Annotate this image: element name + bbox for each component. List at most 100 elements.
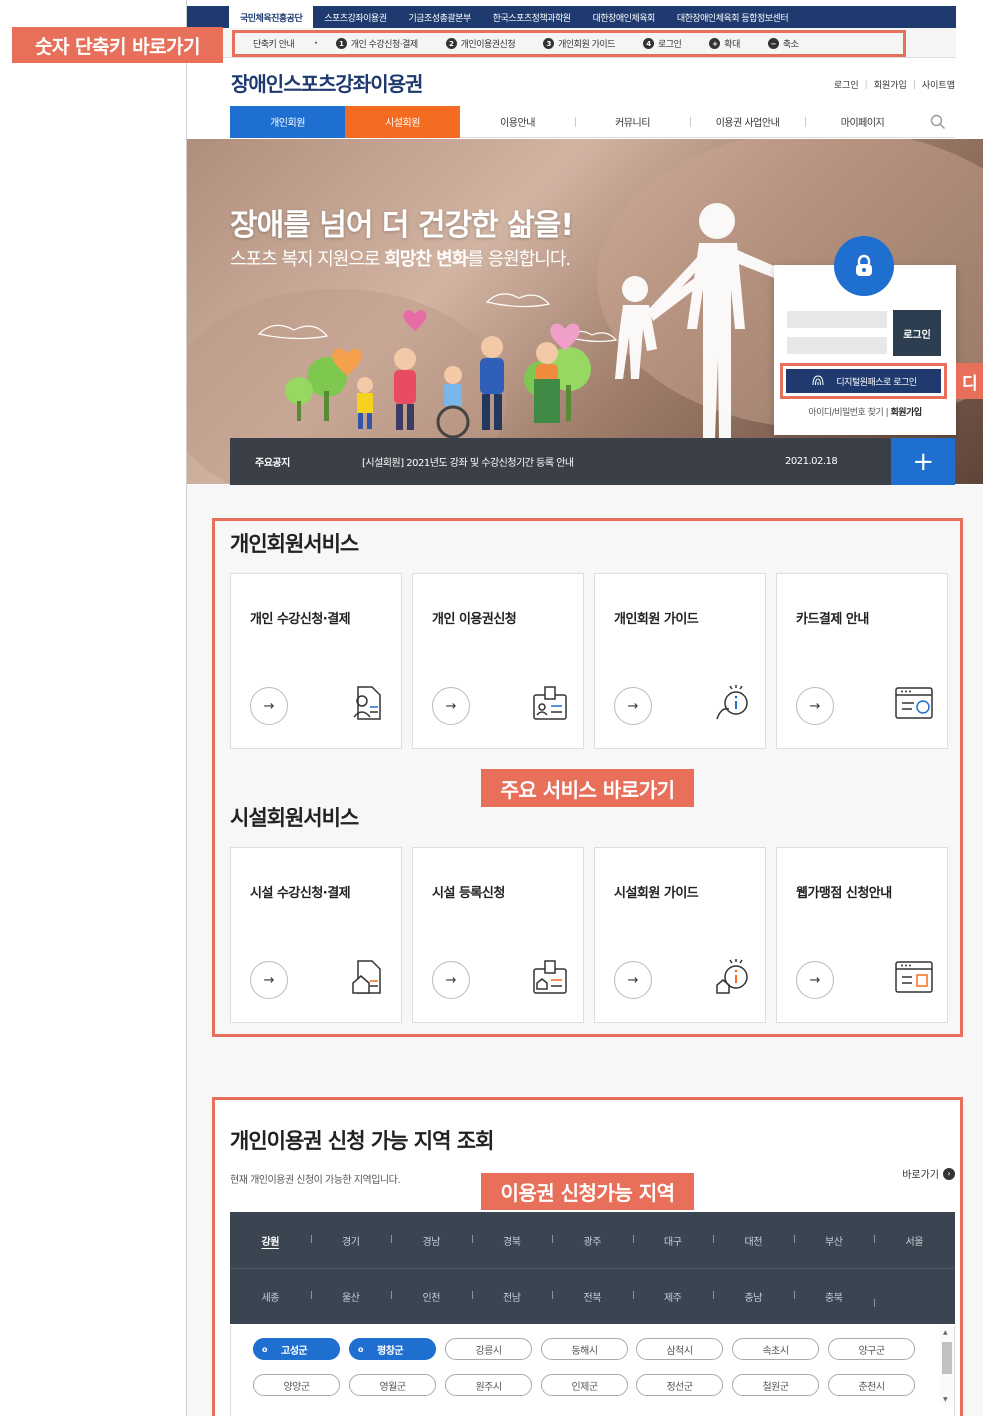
hero-subtitle-part: 를 응원합니다.: [467, 249, 571, 270]
region-tab[interactable]: 세종: [230, 1289, 311, 1304]
district-pill[interactable]: 삼척시: [636, 1338, 723, 1360]
org-tab[interactable]: 기금조성총괄본부: [398, 6, 482, 28]
login-link[interactable]: 로그인: [834, 78, 859, 91]
region-tab[interactable]: 전북: [552, 1289, 633, 1304]
find-account-link[interactable]: 아이디/비밀번호 찾기 |: [808, 408, 888, 418]
password-input[interactable]: [787, 337, 887, 354]
service-card[interactable]: 개인 수강신청·결제 →: [230, 573, 402, 749]
guide-info-icon: [716, 685, 748, 720]
region-more-link[interactable]: 바로가기 ›: [902, 1166, 955, 1181]
digital-onepass-login-button[interactable]: 디지털원패스로 로그인: [786, 369, 941, 393]
region-tab[interactable]: 경기: [310, 1233, 392, 1248]
region-tab[interactable]: 충남: [713, 1289, 794, 1304]
utility-nav: 로그인 | 회원가입 | 사이트맵: [834, 78, 955, 92]
scroll-down-icon[interactable]: ▼: [943, 1396, 948, 1403]
arrow-right-icon[interactable]: →: [432, 961, 470, 999]
site-logo[interactable]: 장애인스포츠강좌이용권: [231, 68, 423, 97]
org-tab[interactable]: 대한장애인체육회 등합정보센터: [666, 6, 799, 28]
district-pill[interactable]: 철원군: [732, 1374, 819, 1396]
service-card[interactable]: 카드결제 안내 →: [776, 573, 948, 749]
login-button[interactable]: 로그인: [893, 310, 941, 356]
arrow-right-icon[interactable]: →: [796, 961, 834, 999]
service-card[interactable]: 시설 수강신청·결제 →: [230, 847, 402, 1023]
region-tab[interactable]: 광주: [552, 1233, 633, 1248]
region-tab[interactable]: 대구: [632, 1233, 714, 1248]
region-tab[interactable]: 경북: [471, 1233, 553, 1248]
district-pill[interactable]: 강릉시: [445, 1338, 532, 1360]
district-pill[interactable]: 속초시: [732, 1338, 819, 1360]
service-card[interactable]: 개인 이용권신청 →: [412, 573, 584, 749]
number-icon: 1: [335, 38, 347, 49]
org-tab[interactable]: 대한장애인체육회: [582, 6, 666, 28]
shortcut-item[interactable]: 3 개인회원 가이드: [543, 37, 615, 50]
facility-card-icon: [533, 960, 567, 994]
org-tab[interactable]: 스포츠강좌이용권: [313, 6, 397, 28]
scrollbar-thumb[interactable]: [942, 1342, 952, 1374]
nav-personal-member[interactable]: 개인회원: [230, 105, 345, 138]
district-pill-selected[interactable]: o 고성군: [253, 1338, 340, 1360]
notice-link[interactable]: [시설회원] 2021년도 강좌 및 수강신청기간 등록 안내: [362, 454, 574, 469]
region-tab[interactable]: 경남: [391, 1233, 472, 1248]
arrow-right-icon[interactable]: →: [250, 687, 288, 725]
nav-program-info[interactable]: 이용권 사업안내: [690, 106, 805, 138]
circle-icon: o: [358, 1344, 364, 1354]
org-tab[interactable]: 한국스포츠정책과학원: [482, 6, 582, 28]
card-title: 개인 이용권신청: [432, 612, 517, 627]
search-icon[interactable]: [920, 106, 955, 138]
shortcut-separator: ·: [314, 38, 318, 49]
region-tab[interactable]: 대전: [713, 1233, 794, 1248]
nav-facility-member[interactable]: 시설회원: [345, 105, 460, 138]
shortcut-item[interactable]: 2 개인이용권신청: [445, 37, 516, 50]
district-pill[interactable]: 인제군: [541, 1374, 628, 1396]
district-pill[interactable]: 춘천시: [828, 1374, 915, 1396]
shortcut-item[interactable]: 4 로그인: [642, 37, 682, 50]
annotation-services: 주요 서비스 바로가기: [481, 769, 694, 807]
region-tab[interactable]: 전남: [471, 1289, 553, 1304]
nav-mypage[interactable]: 마이페이지: [805, 106, 920, 138]
region-tab[interactable]: 제주: [632, 1289, 714, 1304]
service-card[interactable]: 개인회원 가이드 →: [594, 573, 766, 749]
region-tab[interactable]: 충북: [793, 1289, 875, 1304]
zoom-out-shortcut[interactable]: − 축소: [767, 37, 799, 50]
service-card[interactable]: 시설 등록신청 →: [412, 847, 584, 1023]
service-card[interactable]: 시설회원 가이드 →: [594, 847, 766, 1023]
region-tab[interactable]: 인천: [391, 1289, 472, 1304]
shortcut-item[interactable]: 1 개인 수강신청·결제: [335, 37, 418, 50]
arrow-right-icon[interactable]: →: [432, 687, 470, 725]
notice-more-button[interactable]: +: [891, 438, 955, 485]
scroll-up-icon[interactable]: ▲: [943, 1329, 948, 1336]
arrow-right-icon[interactable]: →: [250, 961, 288, 999]
document-home-icon: [352, 960, 381, 994]
district-pill[interactable]: 영월군: [349, 1374, 436, 1396]
sitemap-link[interactable]: 사이트맵: [922, 78, 955, 91]
arrow-right-icon[interactable]: →: [614, 687, 652, 725]
shortcut-bar: 단축키 안내 · 1 개인 수강신청·결제 2 개인이용권신청 3 개인회원 가이드 …: [232, 30, 906, 57]
facility-guide-icon: [716, 959, 748, 994]
district-pill[interactable]: 양양군: [253, 1374, 340, 1396]
district-pill[interactable]: 동해시: [541, 1338, 628, 1360]
nav-usage-guide[interactable]: 이용안내: [460, 106, 575, 138]
username-input[interactable]: [787, 311, 887, 328]
arrow-right-icon[interactable]: →: [614, 961, 652, 999]
number-icon: 2: [445, 38, 457, 49]
region-tab[interactable]: 부산: [793, 1233, 875, 1248]
service-card[interactable]: 웹가맹점 신청안내 →: [776, 847, 948, 1023]
district-pill-selected[interactable]: o 평창군: [349, 1338, 436, 1360]
district-scrollbar[interactable]: ▲ ▼: [940, 1326, 954, 1406]
nav-community[interactable]: 커뮤니티: [575, 106, 690, 138]
district-pill[interactable]: 양구군: [828, 1338, 915, 1360]
org-tab[interactable]: 국민체육진흥공단: [229, 6, 314, 28]
signup-link[interactable]: 회원가입: [891, 408, 923, 418]
region-tab[interactable]: 강원: [230, 1233, 311, 1248]
circle-icon: o: [262, 1344, 268, 1354]
plus-icon: +: [709, 38, 721, 49]
arrow-right-icon[interactable]: →: [796, 687, 834, 725]
region-tab[interactable]: 울산: [310, 1289, 392, 1304]
card-title: 개인회원 가이드: [614, 612, 699, 627]
district-pill[interactable]: 정선군: [636, 1374, 723, 1396]
join-link[interactable]: 회원가입: [874, 78, 907, 91]
region-tab[interactable]: 서울: [874, 1233, 955, 1248]
district-pill[interactable]: 원주시: [445, 1374, 532, 1396]
zoom-in-shortcut[interactable]: + 확대: [709, 37, 740, 50]
card-title: 시설 수강신청·결제: [250, 886, 351, 901]
